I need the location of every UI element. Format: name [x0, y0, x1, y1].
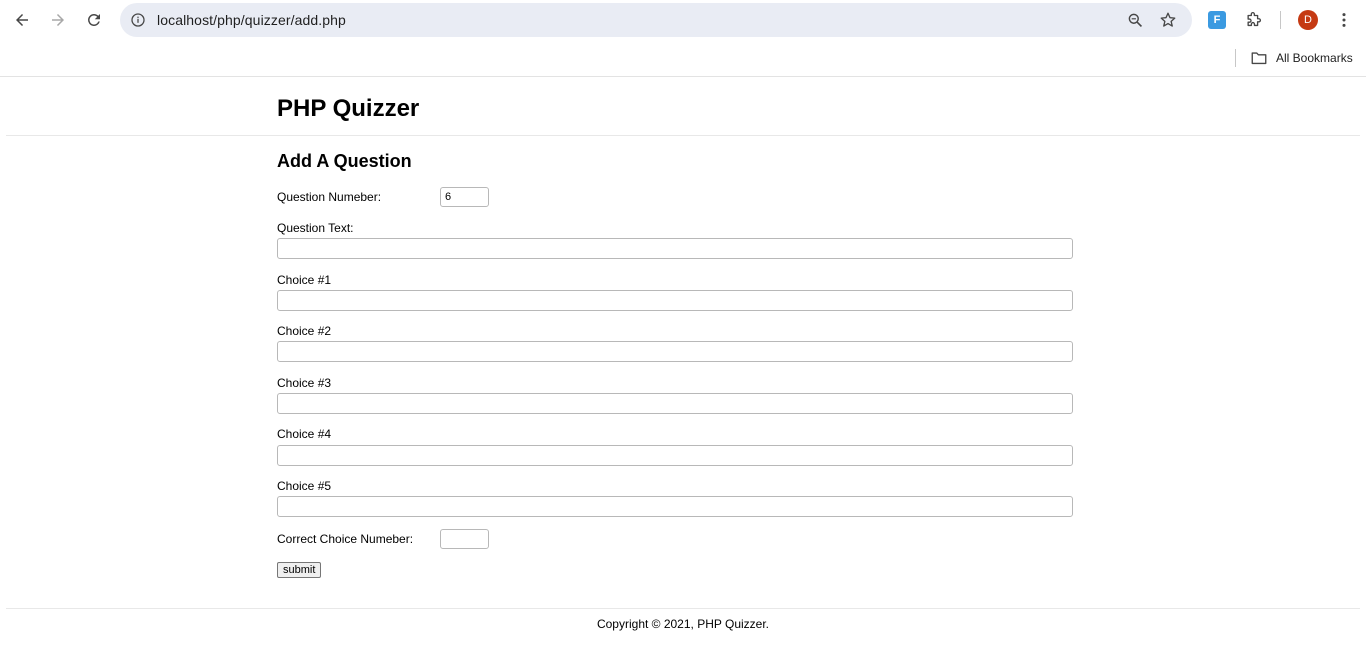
back-button[interactable]	[8, 6, 36, 34]
copyright-text: Copyright © 2021, PHP Quizzer.	[596, 617, 770, 631]
browser-menu-button[interactable]	[1332, 8, 1356, 32]
address-bar[interactable]: localhost/php/quizzer/add.php	[120, 3, 1192, 37]
puzzle-icon	[1247, 12, 1261, 27]
choice-4-label: Choice #4	[277, 427, 332, 441]
all-bookmarks-button[interactable]: All Bookmarks	[1250, 48, 1353, 68]
correct-choice-label: Correct Choice Numeber:	[277, 532, 414, 546]
choice-3-label: Choice #3	[277, 376, 332, 390]
choice-5-input[interactable]	[277, 496, 1073, 517]
site-info-icon[interactable]	[128, 10, 148, 30]
choice-1-input[interactable]	[277, 290, 1073, 311]
url-text[interactable]: localhost/php/quizzer/add.php	[157, 12, 346, 28]
reload-icon	[88, 13, 100, 26]
submit-button[interactable]: submit	[277, 562, 322, 578]
bookmarks-bar: All Bookmarks	[0, 40, 1366, 77]
folder-icon	[1251, 52, 1267, 65]
choice-5-label: Choice #5	[277, 479, 332, 493]
choice-4-input[interactable]	[277, 445, 1073, 466]
all-bookmarks-label: All Bookmarks	[1276, 51, 1353, 65]
zoom-icon[interactable]	[1125, 10, 1145, 30]
question-number-label: Question Numeber:	[277, 190, 382, 204]
site-footer: Copyright © 2021, PHP Quizzer.	[6, 608, 1360, 649]
question-text-label: Question Text:	[277, 221, 354, 235]
page-content: PHP Quizzer Add A Question Question Nume…	[0, 78, 1366, 649]
choice-1-label: Choice #1	[277, 273, 332, 287]
site-header: PHP Quizzer	[6, 78, 1360, 136]
question-text-input[interactable]	[277, 238, 1073, 259]
extensions-menu-button[interactable]	[1242, 8, 1266, 32]
correct-choice-input[interactable]	[440, 529, 489, 549]
arrow-left-icon	[16, 14, 28, 26]
toolbar-divider	[1280, 11, 1281, 29]
bookmark-star-icon[interactable]	[1158, 10, 1178, 30]
form-heading: Add A Question	[277, 151, 412, 171]
choice-3-input[interactable]	[277, 393, 1073, 414]
choice-2-label: Choice #2	[277, 324, 332, 338]
forward-button[interactable]	[44, 6, 72, 34]
choice-2-input[interactable]	[277, 341, 1073, 362]
bookmarks-divider	[1235, 49, 1236, 67]
browser-toolbar: localhost/php/quizzer/add.php F D	[0, 0, 1366, 40]
more-vertical-icon	[1342, 13, 1346, 27]
profile-button[interactable]: D	[1296, 8, 1320, 32]
extension-button[interactable]: F	[1205, 8, 1229, 32]
arrow-right-icon	[52, 14, 64, 26]
reload-button[interactable]	[80, 6, 108, 34]
question-number-input[interactable]	[440, 187, 489, 207]
extension-icon: F	[1208, 11, 1226, 29]
avatar: D	[1298, 10, 1318, 30]
site-title: PHP Quizzer	[277, 95, 420, 122]
